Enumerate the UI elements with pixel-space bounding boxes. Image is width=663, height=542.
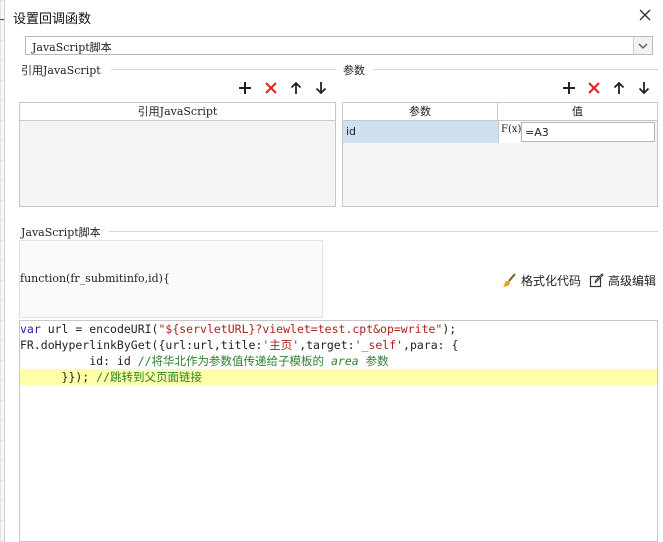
arrow-up-icon: [613, 81, 625, 94]
param-value-field[interactable]: =A3: [521, 122, 655, 142]
params-table[interactable]: 参数 值 id F(x) =A3: [342, 102, 658, 207]
ref-js-add-button[interactable]: [237, 80, 253, 96]
arrow-down-icon: [638, 82, 650, 95]
plus-icon: [239, 82, 251, 94]
ref-js-move-down-button[interactable]: [313, 80, 329, 96]
ref-js-column-header: 引用JavaScript: [20, 103, 335, 121]
format-code-button[interactable]: 格式化代码: [502, 272, 581, 289]
format-code-label: 格式化代码: [521, 274, 582, 288]
brush-icon: [503, 273, 516, 287]
params-column-header-value: 值: [498, 103, 657, 121]
formula-icon: F(x): [501, 124, 522, 135]
ref-js-table[interactable]: 引用JavaScript: [19, 102, 336, 207]
red-x-icon: [588, 82, 600, 94]
code-line-4: }}); //跳转到父页面链接: [20, 369, 657, 385]
script-type-value: JavaScript脚本: [32, 41, 112, 54]
close-icon: [639, 9, 651, 21]
advanced-edit-button[interactable]: 高级编辑: [589, 272, 656, 289]
ref-js-move-up-button[interactable]: [288, 80, 304, 96]
function-signature: function(fr_submitinfo,id){: [20, 272, 170, 285]
params-add-button[interactable]: [561, 80, 577, 96]
params-column-header-name: 参数: [343, 103, 498, 121]
arrow-up-icon: [290, 81, 302, 94]
code-line-2: FR.doHyperlinkByGet({url:url,title:'主页',…: [20, 338, 459, 352]
script-group-label: JavaScript脚本: [21, 224, 105, 240]
dialog-title: 设置回调函数: [13, 12, 92, 27]
code-line-3: id: id //将华北作为参数值传递给子模板的 area 参数: [20, 354, 389, 368]
ref-js-group-label: 引用JavaScript: [21, 62, 105, 78]
arrow-down-icon: [315, 82, 327, 95]
dialog-titlebar: 设置回调函数: [5, 0, 663, 32]
params-divider: [373, 69, 658, 70]
params-move-down-button[interactable]: [636, 80, 652, 96]
ref-js-divider: [111, 69, 336, 70]
code-line-1: var url = encodeURI("${servletURL}?viewl…: [20, 322, 457, 336]
params-group-label: 参数: [343, 62, 369, 78]
params-delete-button[interactable]: [586, 80, 602, 96]
close-button[interactable]: [636, 6, 654, 24]
ref-js-delete-button[interactable]: [263, 80, 279, 96]
params-move-up-button[interactable]: [611, 80, 627, 96]
plus-icon: [563, 82, 575, 94]
callback-dialog: 设置回调函数 JavaScript脚本 引用JavaScript 引用JavaS…: [4, 0, 663, 542]
advanced-edit-label: 高级编辑: [608, 274, 657, 288]
code-editor[interactable]: var url = encodeURI("${servletURL}?viewl…: [19, 320, 658, 542]
edit-icon: [589, 273, 604, 288]
red-x-icon: [265, 82, 277, 94]
dropdown-arrow[interactable]: [633, 37, 652, 54]
chevron-down-icon: [638, 43, 648, 49]
param-name-cell[interactable]: id: [343, 121, 498, 143]
script-divider: [109, 231, 658, 232]
script-type-select[interactable]: JavaScript脚本: [25, 36, 653, 55]
formula-button[interactable]: F(x): [498, 121, 522, 143]
